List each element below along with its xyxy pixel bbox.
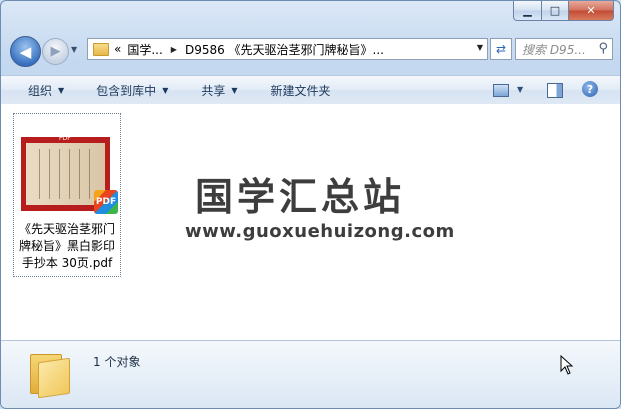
handwriting-lines [33,149,95,199]
explorer-window: ▁ □ ✕ ◀ ▶ ▼ « 国学... ▶ D9586 《先天驱治茎邪门牌秘旨》… [0,0,621,409]
breadcrumb-item-guoxue[interactable]: 国学... [127,41,162,58]
chevron-down-icon: ▼ [162,85,169,95]
share-label: 共享 [201,83,226,98]
new-folder-label: 新建文件夹 [270,83,331,98]
refresh-button[interactable]: ⇄ [490,38,512,60]
chevron-down-icon: ▼ [58,85,65,95]
organize-label: 组织 [28,83,53,98]
breadcrumb-item-current[interactable]: D9586 《先天驱治茎邪门牌秘旨》... [185,41,384,58]
search-icon[interactable]: ⚲ [598,41,608,56]
organize-menu[interactable]: 组织 ▼ [28,82,64,99]
file-list[interactable]: PDF PDF 《先天驱治茎邪门牌秘旨》黑白影印手抄本 30页.pdf 国学汇总… [1,104,620,340]
file-item-pdf[interactable]: PDF PDF 《先天驱治茎邪门牌秘旨》黑白影印手抄本 30页.pdf [13,113,121,277]
maximize-button[interactable]: □ [542,1,569,21]
breadcrumb-separator-icon[interactable]: ▶ [171,45,177,54]
address-bar[interactable]: « 国学... ▶ D9586 《先天驱治茎邪门牌秘旨》... ▼ [87,38,488,60]
include-in-library-label: 包含到库中 [96,83,157,98]
search-input[interactable]: 搜索 D95... ⚲ [515,38,613,60]
change-view-icon[interactable] [493,84,509,97]
chevron-down-icon: ▼ [231,85,238,95]
thumbnail-pdf-tag: PDF [59,135,71,142]
refresh-icon: ⇄ [495,42,507,56]
include-in-library-menu[interactable]: 包含到库中 ▼ [96,82,168,99]
pdf-file-icon: PDF [94,190,118,214]
watermark-url: www.guoxuehuizong.com [185,221,455,242]
preview-pane-icon[interactable] [547,83,563,98]
help-icon[interactable]: ? [582,81,598,97]
address-dropdown-icon[interactable]: ▼ [477,43,483,52]
new-folder-button[interactable]: 新建文件夹 [271,82,331,99]
recent-pages-dropdown[interactable]: ▼ [71,45,77,54]
item-count: 1 个对象 [93,355,141,369]
folder-icon [93,42,109,56]
caption-buttons: ▁ □ ✕ [513,1,614,21]
file-name-label[interactable]: 《先天驱治茎邪门牌秘旨》黑白影印手抄本 30页.pdf [14,221,120,272]
watermark-site-name: 国学汇总站 [195,175,406,219]
forward-button[interactable]: ▶ [42,38,69,65]
share-menu[interactable]: 共享 ▼ [201,82,237,99]
folder-icon [30,350,70,399]
details-pane: 1 个对象 [1,340,620,408]
command-bar: 组织 ▼ 包含到库中 ▼ 共享 ▼ 新建文件夹 ▼ ? [1,75,620,105]
arrow-right-icon: ▶ [50,44,61,59]
view-options-dropdown-icon[interactable]: ▼ [517,85,523,94]
close-button[interactable]: ✕ [569,1,614,21]
breadcrumb-overflow[interactable]: « [114,42,121,56]
arrow-left-icon: ◀ [19,42,32,61]
back-button[interactable]: ◀ [10,36,41,67]
navigation-bar: ◀ ▶ ▼ « 国学... ▶ D9586 《先天驱治茎邪门牌秘旨》... ▼ … [10,36,613,67]
minimize-button[interactable]: ▁ [513,1,542,21]
search-placeholder: 搜索 D95... [522,42,586,57]
